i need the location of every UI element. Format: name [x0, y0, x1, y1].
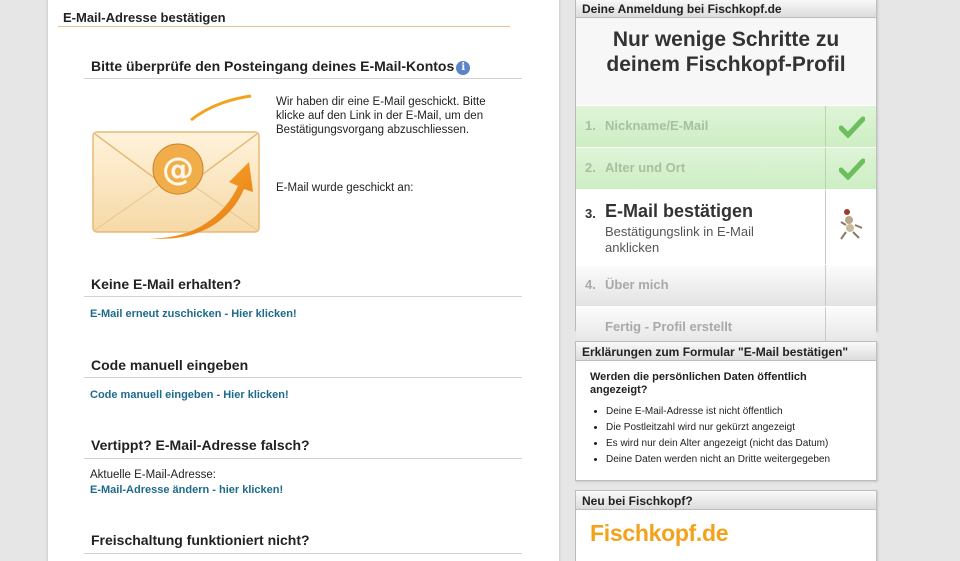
change-email-link[interactable]: E-Mail-Adresse ändern - hier klicken!: [90, 484, 283, 496]
activation-heading: Freischaltung funktioniert nicht?: [91, 532, 310, 548]
envelope-icon: @: [92, 94, 260, 239]
explanation-panel: Erklärungen zum Formular "E-Mail bestäti…: [575, 341, 877, 481]
info-text: Wir haben dir eine E-Mail geschickt. Bit…: [276, 96, 486, 136]
list-item: Es wird nur dein Alter angezeigt (nicht …: [606, 436, 876, 452]
info-icon[interactable]: i: [456, 61, 471, 75]
steps-header: Deine Anmeldung bei Fischkopf.de: [576, 0, 876, 18]
no-mail-heading: Keine E-Mail erhalten?: [91, 276, 242, 292]
sent-label: E-Mail wurde geschickt an:: [276, 182, 414, 194]
explanation-question: Werden die persönlichen Daten öffentlich…: [590, 371, 807, 396]
step-confirm-email: 3. E-Mail bestätigen Bestätigungslink in…: [576, 189, 876, 264]
title-divider: [58, 26, 510, 27]
step-label: Nickname/E-Mail: [605, 118, 709, 133]
main-panel: E-Mail-Adresse bestätigen Bitte überprüf…: [48, 0, 559, 561]
walking-figure-icon: [840, 209, 863, 240]
fischkopf-logo[interactable]: Fischkopf.de: [576, 510, 876, 557]
step-age-location: 2. Alter und Ort: [576, 147, 876, 189]
explanation-list: Deine E-Mail-Adresse ist nicht öffentlic…: [576, 404, 876, 468]
new-member-header: Neu bei Fischkopf?: [576, 491, 876, 510]
section-divider: [84, 553, 522, 554]
wrong-email-heading: Vertippt? E-Mail-Adresse falsch?: [91, 437, 310, 453]
checkmark-icon: [839, 116, 865, 138]
section-divider: [84, 458, 522, 459]
current-email-label: Aktuelle E-Mail-Adresse:: [90, 469, 216, 481]
step-label: Über mich: [605, 277, 669, 292]
step-label: E-Mail bestätigen: [605, 201, 754, 221]
step-nickname: 1. Nickname/E-Mail: [576, 105, 876, 147]
step-label: Fertig - Profil erstellt: [605, 319, 733, 334]
section-divider: [84, 296, 522, 297]
checkmark-icon: [839, 158, 865, 180]
svg-text:@: @: [162, 150, 194, 188]
registration-steps-panel: Deine Anmeldung bei Fischkopf.de Nur wen…: [575, 0, 877, 348]
section-divider: [84, 78, 522, 79]
list-item: Die Postleitzahl wird nur gekürzt angeze…: [606, 420, 876, 436]
step-about-me: 4. Über mich: [576, 264, 876, 306]
explanation-header: Erklärungen zum Formular "E-Mail bestäti…: [576, 342, 876, 361]
step-sublabel: Bestätigungslink in E-Mail anklicken: [605, 224, 754, 255]
manual-heading: Code manuell eingeben: [91, 357, 249, 373]
list-item: Deine E-Mail-Adresse ist nicht öffentlic…: [606, 404, 876, 420]
steps-title: Nur wenige Schritte zu deinem Fischkopf-…: [576, 18, 876, 105]
manual-code-link[interactable]: Code manuell eingeben - Hier klicken!: [90, 389, 289, 401]
section-divider: [84, 377, 522, 378]
step-label: Alter und Ort: [605, 160, 686, 175]
page-title: E-Mail-Adresse bestätigen: [63, 10, 226, 25]
resend-link[interactable]: E-Mail erneut zuschicken - Hier klicken!: [90, 308, 297, 320]
list-item: Deine Daten werden nicht an Dritte weite…: [606, 452, 876, 468]
new-member-panel: Neu bei Fischkopf? Fischkopf.de: [575, 490, 877, 561]
inbox-heading: Bitte überprüfe den Posteingang deines E…: [91, 58, 471, 75]
